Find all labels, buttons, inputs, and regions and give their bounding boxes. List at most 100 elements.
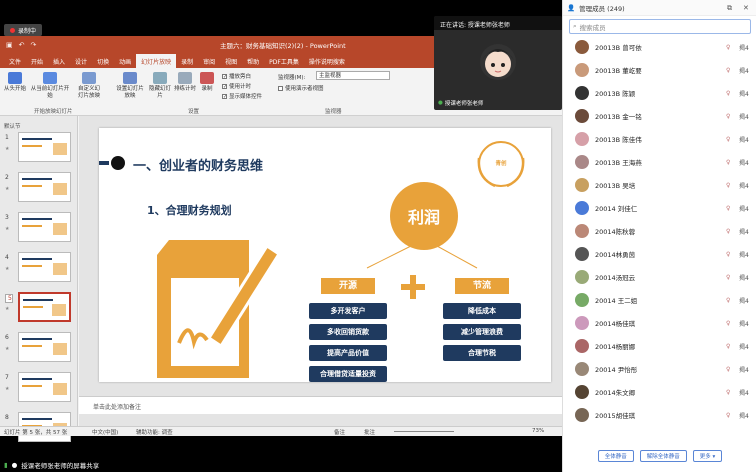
zoom-level[interactable]: 73%: [532, 428, 544, 434]
custom-show-button[interactable]: 自定义幻灯片放映: [76, 72, 102, 99]
undo-icon[interactable]: ↶: [19, 41, 25, 49]
tab-5[interactable]: 动画: [114, 54, 136, 68]
muted-mic-icon[interactable]: ♀: [726, 113, 730, 120]
muted-mic-icon[interactable]: ♀: [726, 159, 730, 166]
notes-pane[interactable]: 单击此处添加备注: [79, 396, 562, 414]
avatar: [575, 201, 589, 215]
setup-show-button[interactable]: 设置幻灯片放映: [116, 72, 144, 99]
muted-mic-icon[interactable]: ♀: [726, 274, 730, 281]
slide-thumbnail[interactable]: [18, 252, 71, 282]
member-row[interactable]: 20014 尹怡彤 ♀ 揭4: [563, 358, 756, 380]
tab-12[interactable]: 操作说明搜索: [304, 54, 350, 68]
from-current-button[interactable]: 从当前幻灯片开始: [30, 72, 70, 99]
tab-2[interactable]: 插入: [48, 54, 70, 68]
tab-10[interactable]: 帮助: [242, 54, 264, 68]
slide-editor: 一、创业者的财务思维 1、合理财务规划 青创 利润 开源 节流 多开发客户 多收回…: [79, 116, 562, 426]
redo-icon[interactable]: ↷: [31, 41, 37, 49]
member-tag: 揭4: [739, 228, 749, 236]
record-button[interactable]: 录制: [198, 72, 216, 93]
tab-0[interactable]: 文件: [4, 54, 26, 68]
more-button[interactable]: 更多 ▾: [692, 450, 723, 462]
hide-slide-button[interactable]: 隐藏幻灯片: [148, 72, 172, 99]
muted-mic-icon[interactable]: ♀: [726, 297, 730, 304]
tab-4[interactable]: 切换: [92, 54, 114, 68]
timing-checkbox[interactable]: ✓ 使用计时: [222, 82, 251, 90]
tab-3[interactable]: 设计: [70, 54, 92, 68]
tab-6[interactable]: 幻灯片放映: [136, 54, 177, 68]
animation-star-icon: ★: [5, 346, 10, 352]
tab-9[interactable]: 视图: [220, 54, 242, 68]
member-row[interactable]: 20013B 王海燕 ♀ 揭4: [563, 151, 756, 173]
muted-mic-icon[interactable]: ♀: [726, 389, 730, 396]
unmute-all-button[interactable]: 解除全体静音: [639, 450, 687, 462]
narration-checkbox[interactable]: ✓ 播放旁白: [222, 72, 251, 80]
muted-mic-icon[interactable]: ♀: [726, 205, 730, 212]
language-status[interactable]: 中文(中国): [92, 428, 118, 436]
slide[interactable]: 一、创业者的财务思维 1、合理财务规划 青创 利润 开源 节流 多开发客户 多收回…: [99, 128, 551, 382]
member-row[interactable]: 20015胡佳琪 ♀ 揭4: [563, 404, 756, 426]
mute-all-button[interactable]: 全体静音: [597, 450, 634, 462]
speaker-video[interactable]: 正在讲话: 授课老师张老师 ● 授课老师张老师: [434, 16, 562, 110]
slide-thumbnail[interactable]: [18, 372, 71, 402]
member-row[interactable]: 20013B 董屹要 ♀ 揭4: [563, 59, 756, 81]
from-current-label: 从当前幻灯片开始: [30, 86, 70, 99]
muted-mic-icon[interactable]: ♀: [726, 251, 730, 258]
animation-star-icon: ★: [5, 146, 10, 152]
muted-mic-icon[interactable]: ♀: [726, 412, 730, 419]
save-icon[interactable]: ▣: [6, 41, 13, 49]
member-search-input[interactable]: ⌕ 搜索成员: [569, 19, 751, 34]
member-tag: 揭4: [739, 90, 749, 98]
muted-mic-icon[interactable]: ♀: [726, 366, 730, 373]
thumbnail-number: 7: [5, 374, 9, 381]
monitor-select[interactable]: 主监视器: [316, 71, 390, 80]
notes-toggle[interactable]: 备注: [334, 428, 345, 436]
close-icon[interactable]: ✕: [743, 4, 749, 12]
muted-mic-icon[interactable]: ♀: [726, 320, 730, 327]
member-tag: 揭4: [739, 113, 749, 121]
open-source-title: 开源: [321, 278, 375, 294]
member-row[interactable]: 20014 王二姐 ♀ 揭4: [563, 289, 756, 311]
member-row[interactable]: 20014林勇茵 ♀ 揭4: [563, 243, 756, 265]
muted-mic-icon[interactable]: ♀: [726, 44, 730, 51]
muted-mic-icon[interactable]: ♀: [726, 182, 730, 189]
member-row[interactable]: 20013B 陈佳伟 ♀ 揭4: [563, 128, 756, 150]
monitor-label: 监视器(M):: [278, 75, 306, 81]
member-row[interactable]: 20014杨佳琪 ♀ 揭4: [563, 312, 756, 334]
slide-thumbnail[interactable]: [18, 292, 71, 322]
popout-icon[interactable]: ⧉: [727, 4, 732, 13]
presenter-view-checkbox[interactable]: 使用演示者视图: [278, 84, 324, 92]
member-row[interactable]: 20014汤冠云 ♀ 揭4: [563, 266, 756, 288]
member-row[interactable]: 20014陈秋蓉 ♀ 揭4: [563, 220, 756, 242]
member-row[interactable]: 20014杨丽娜 ♀ 揭4: [563, 335, 756, 357]
member-row[interactable]: 20013B 曾可依 ♀ 揭4: [563, 36, 756, 58]
member-row[interactable]: 20013B 吴培 ♀ 揭4: [563, 174, 756, 196]
muted-mic-icon[interactable]: ♀: [726, 90, 730, 97]
muted-mic-icon[interactable]: ♀: [726, 343, 730, 350]
tab-8[interactable]: 审阅: [198, 54, 220, 68]
media-controls-checkbox[interactable]: ✓ 显示媒体控件: [222, 92, 262, 100]
member-row[interactable]: 20014 刘佳仁 ♀ 揭4: [563, 197, 756, 219]
zoom-slider[interactable]: [394, 431, 454, 432]
tab-7[interactable]: 录制: [176, 54, 198, 68]
member-row[interactable]: 20013B 陈颖 ♀ 揭4: [563, 82, 756, 104]
member-tag: 揭4: [739, 389, 749, 397]
comments-toggle[interactable]: 批注: [364, 428, 375, 436]
member-row[interactable]: 20013B 金一铭 ♀ 揭4: [563, 105, 756, 127]
slide-thumbnail[interactable]: [18, 332, 71, 362]
accessibility-status[interactable]: 辅助功能: 调查: [136, 428, 173, 436]
avatar: [575, 40, 589, 54]
slide-thumbnail[interactable]: [18, 172, 71, 202]
recording-badge[interactable]: 录制中: [4, 24, 43, 36]
muted-mic-icon[interactable]: ♀: [726, 228, 730, 235]
avatar: [575, 362, 589, 376]
rehearse-button[interactable]: 排练计时: [174, 72, 196, 93]
muted-mic-icon[interactable]: ♀: [726, 136, 730, 143]
tab-11[interactable]: PDF工具集: [264, 54, 304, 68]
tab-1[interactable]: 开始: [26, 54, 48, 68]
muted-mic-icon[interactable]: ♀: [726, 67, 730, 74]
slide-thumbnail[interactable]: [18, 132, 71, 162]
member-row[interactable]: 20014朱文卿 ♀ 揭4: [563, 381, 756, 403]
from-start-button[interactable]: 从头开始: [4, 72, 26, 93]
slide-thumbnail[interactable]: [18, 212, 71, 242]
member-tag: 揭4: [739, 67, 749, 75]
